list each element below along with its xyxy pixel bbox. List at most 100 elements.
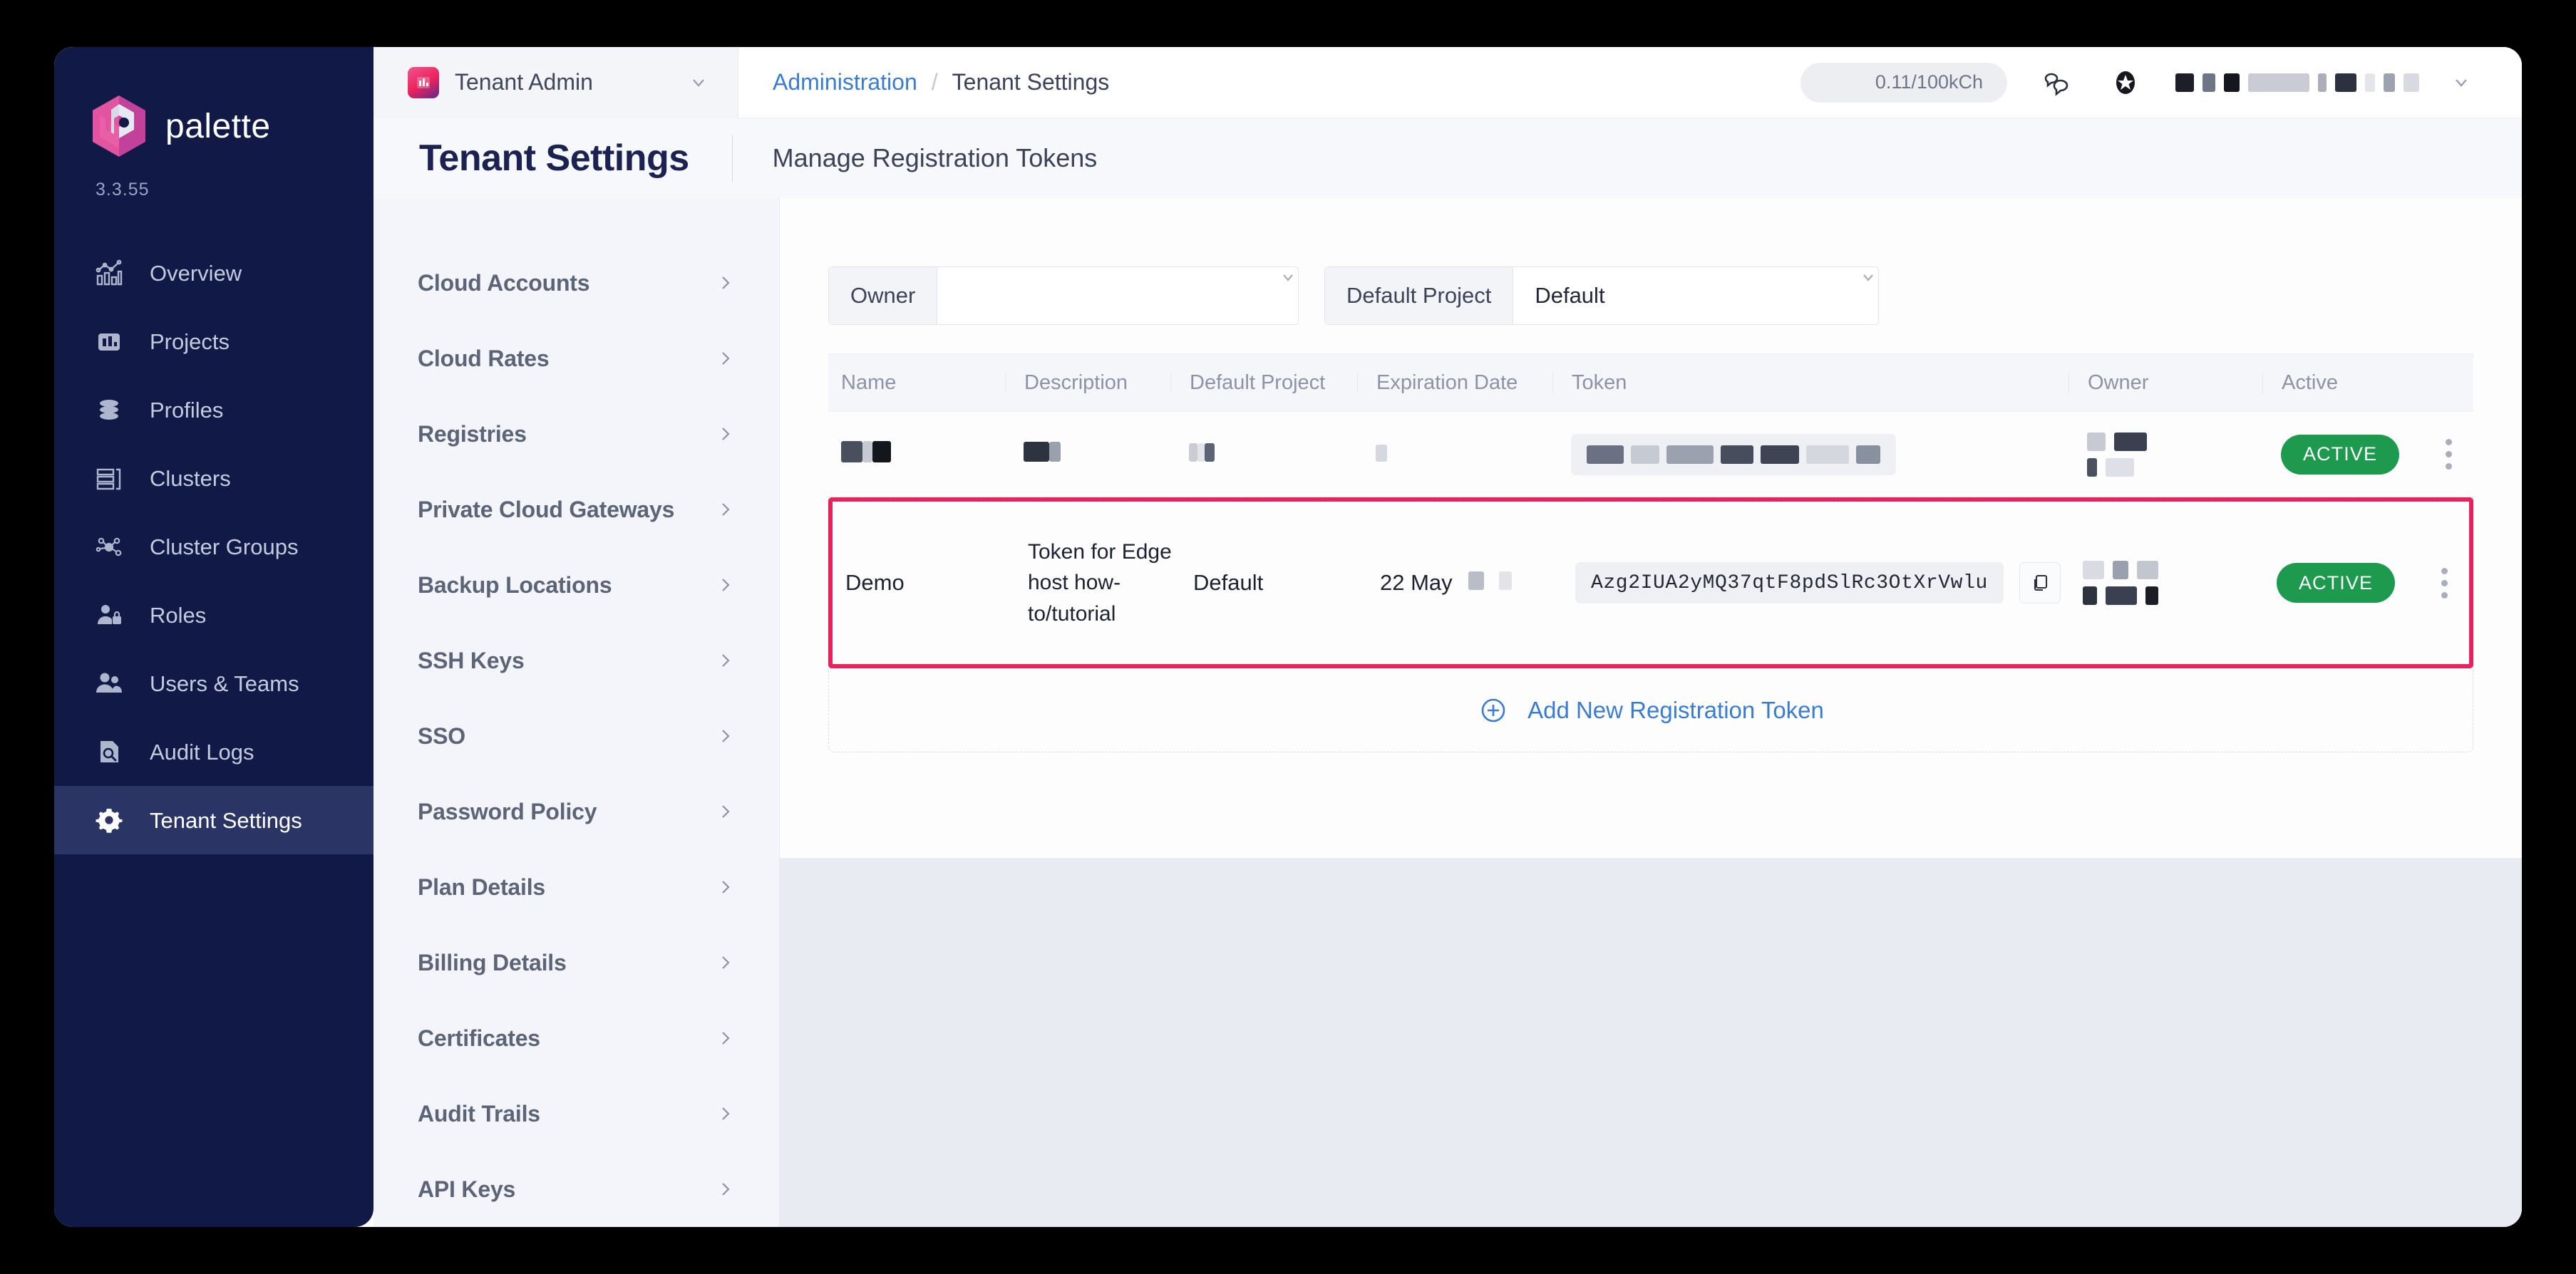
settings-item-backup-locations[interactable]: Backup Locations <box>373 547 779 623</box>
projects-bar-icon <box>94 326 124 356</box>
star-badge-icon[interactable] <box>2107 64 2144 101</box>
chevron-down-icon[interactable] <box>2451 72 2472 93</box>
settings-item-plan-details[interactable]: Plan Details <box>373 849 779 925</box>
sidebar-item-label: Clusters <box>150 465 231 491</box>
settings-item-label: Password Policy <box>418 798 597 824</box>
sidebar-item-label: Projects <box>150 328 230 354</box>
settings-item-sso[interactable]: SSO <box>373 698 779 774</box>
settings-item-billing-details[interactable]: Billing Details <box>373 925 779 1000</box>
chevron-right-icon <box>716 274 735 292</box>
table-row[interactable]: Demo Token for Edge host how-to/tutorial… <box>828 497 2473 668</box>
chevron-right-icon <box>716 651 735 670</box>
sidebar-item-tenant-settings[interactable]: Tenant Settings <box>54 786 373 854</box>
status-badge: ACTIVE <box>2281 434 2399 475</box>
gear-icon <box>94 805 124 835</box>
sidebar-item-overview[interactable]: Overview <box>54 239 373 307</box>
add-registration-token-label: Add New Registration Token <box>1527 696 1824 723</box>
cell-token: Azg2IUA2yMQ37qtF8pdSlRc3OtXrVwlu <box>1557 562 2064 604</box>
settings-item-certificates[interactable]: Certificates <box>373 1000 779 1076</box>
cell-expiration-date <box>1357 442 1552 467</box>
sidebar-item-label: Profiles <box>150 397 224 423</box>
settings-item-private-cloud-gateways[interactable]: Private Cloud Gateways <box>373 472 779 547</box>
default-project-filter-value[interactable]: Default <box>1513 267 1837 324</box>
sidebar-item-users-teams[interactable]: Users & Teams <box>54 649 373 718</box>
kebab-menu-icon <box>2419 567 2469 599</box>
column-header-expiration-date: Expiration Date <box>1357 372 1552 393</box>
settings-item-label: Cloud Accounts <box>418 269 590 296</box>
column-header-default-project: Default Project <box>1170 372 1357 393</box>
app-window: palette 3.3.55 Overview Projects Profile… <box>54 47 2522 1227</box>
breadcrumb-parent-link[interactable]: Administration <box>773 69 917 95</box>
settings-item-api-keys[interactable]: API Keys <box>373 1151 779 1227</box>
chevron-down-icon <box>1837 267 1878 324</box>
settings-item-audit-trails[interactable]: Audit Trails <box>373 1076 779 1151</box>
cell-expiration-date: 22 May <box>1361 570 1557 596</box>
chevron-right-icon <box>716 727 735 745</box>
sidebar-item-audit-logs[interactable]: Audit Logs <box>54 718 373 786</box>
settings-item-label: Registries <box>418 420 527 447</box>
breadcrumb-separator: / <box>931 69 938 95</box>
primary-sidebar: palette 3.3.55 Overview Projects Profile… <box>54 47 373 1227</box>
cell-description <box>1005 441 1170 467</box>
chart-overview-icon <box>94 258 124 288</box>
page-title: Tenant Settings <box>419 138 689 179</box>
column-header-description: Description <box>1005 372 1170 393</box>
chevron-right-icon <box>716 802 735 821</box>
sidebar-item-projects[interactable]: Projects <box>54 307 373 376</box>
settings-item-cloud-accounts[interactable]: Cloud Accounts <box>373 245 779 321</box>
sidebar-item-clusters[interactable]: Clusters <box>54 444 373 512</box>
column-header-owner: Owner <box>2068 372 2262 393</box>
table-row[interactable]: ACTIVE <box>828 412 2473 497</box>
kebab-menu-icon <box>2423 439 2473 470</box>
settings-item-label: SSH Keys <box>418 647 525 673</box>
user-lock-icon <box>94 600 124 630</box>
chat-bubbles-icon[interactable] <box>2039 64 2076 101</box>
palette-hexagon-logo <box>90 94 148 158</box>
app-version: 3.3.55 <box>96 180 150 200</box>
settings-item-registries[interactable]: Registries <box>373 396 779 472</box>
cell-description: Token for Edge host how-to/tutorial <box>1028 539 1172 626</box>
sidebar-item-label: Tenant Settings <box>150 807 302 833</box>
plus-circle-icon <box>1478 695 1509 726</box>
chevron-right-icon <box>716 1180 735 1198</box>
owner-filter-value[interactable] <box>937 267 1257 324</box>
default-project-filter[interactable]: Default Project Default <box>1324 266 1879 325</box>
top-bar: Tenant Admin Administration / Tenant Set… <box>373 47 2522 118</box>
user-identity-redacted[interactable] <box>2175 73 2419 92</box>
settings-item-ssh-keys[interactable]: SSH Keys <box>373 623 779 698</box>
settings-item-label: Audit Trails <box>418 1100 540 1127</box>
chevron-right-icon <box>716 349 735 368</box>
chevron-down-icon <box>1257 267 1298 324</box>
row-menu-button[interactable] <box>2405 439 2473 470</box>
column-header-active: Active <box>2262 372 2405 393</box>
tokens-panel: Owner Default Project Default Name Descr… <box>780 198 2522 858</box>
settings-item-label: Billing Details <box>418 949 567 975</box>
sidebar-item-label: Overview <box>150 260 242 286</box>
chevron-right-icon <box>716 500 735 519</box>
chevron-right-icon <box>716 953 735 972</box>
settings-item-cloud-rates[interactable]: Cloud Rates <box>373 321 779 396</box>
owner-filter[interactable]: Owner <box>828 266 1299 325</box>
column-header-token: Token <box>1552 372 2068 393</box>
token-value[interactable]: Azg2IUA2yMQ37qtF8pdSlRc3OtXrVwlu <box>1575 562 2004 604</box>
default-project-filter-label: Default Project <box>1325 267 1514 324</box>
settings-item-password-policy[interactable]: Password Policy <box>373 774 779 849</box>
page-header: Tenant Settings Manage Registration Toke… <box>373 118 2522 198</box>
settings-item-label: Cloud Rates <box>418 345 550 371</box>
sidebar-item-cluster-groups[interactable]: Cluster Groups <box>54 512 373 581</box>
tenant-switcher-label: Tenant Admin <box>455 69 593 95</box>
sidebar-item-roles[interactable]: Roles <box>54 581 373 649</box>
tenant-switcher[interactable]: Tenant Admin <box>373 47 738 118</box>
main-panel: Owner Default Project Default Name Descr… <box>780 198 2522 1227</box>
sidebar-item-label: Users & Teams <box>150 670 299 696</box>
add-registration-token-button[interactable]: Add New Registration Token <box>828 668 2473 752</box>
credit-usage-pill: 0.11/100kCh <box>1800 62 2007 103</box>
settings-item-label: Backup Locations <box>418 571 612 598</box>
document-search-icon <box>94 737 124 767</box>
chevron-right-icon <box>716 1104 735 1123</box>
settings-item-label: Plan Details <box>418 874 546 900</box>
copy-icon[interactable] <box>2019 562 2061 604</box>
chevron-right-icon <box>716 878 735 896</box>
sidebar-item-profiles[interactable]: Profiles <box>54 376 373 444</box>
row-menu-button[interactable] <box>2401 567 2469 599</box>
